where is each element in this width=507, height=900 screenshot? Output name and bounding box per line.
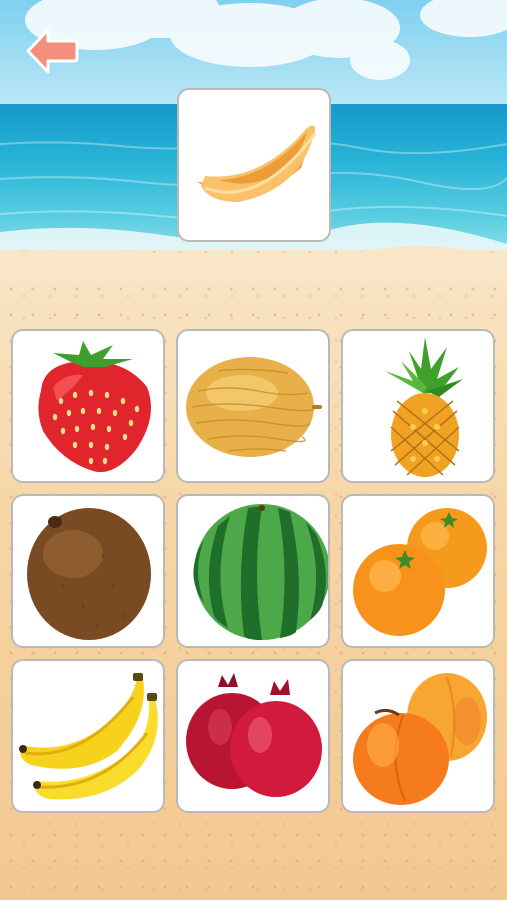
melon-slice-icon (197, 125, 317, 202)
pomegranates-icon (186, 673, 322, 797)
choice-tile-cantaloupe[interactable] (176, 329, 330, 483)
back-button[interactable] (24, 24, 80, 78)
choice-tile-pineapple[interactable] (341, 329, 495, 483)
watermelon-icon (193, 504, 328, 640)
choice-tile-oranges[interactable] (341, 494, 495, 648)
cantaloupe-icon (186, 357, 322, 457)
strawberry-icon (38, 341, 151, 473)
choice-tile-pomegranates[interactable] (176, 659, 330, 813)
choice-tile-coconut[interactable] (11, 494, 165, 648)
target-card (177, 88, 331, 242)
back-arrow-icon (26, 28, 79, 74)
bananas-icon (19, 673, 158, 800)
shoreline (0, 246, 507, 282)
choice-tile-peaches[interactable] (341, 659, 495, 813)
pineapple-icon (385, 337, 463, 477)
peaches-icon (353, 673, 487, 805)
choice-tile-bananas[interactable] (11, 659, 165, 813)
choice-tile-watermelon[interactable] (176, 494, 330, 648)
oranges-icon (353, 508, 487, 636)
coconut-icon (27, 508, 151, 640)
choice-tile-strawberry[interactable] (11, 329, 165, 483)
